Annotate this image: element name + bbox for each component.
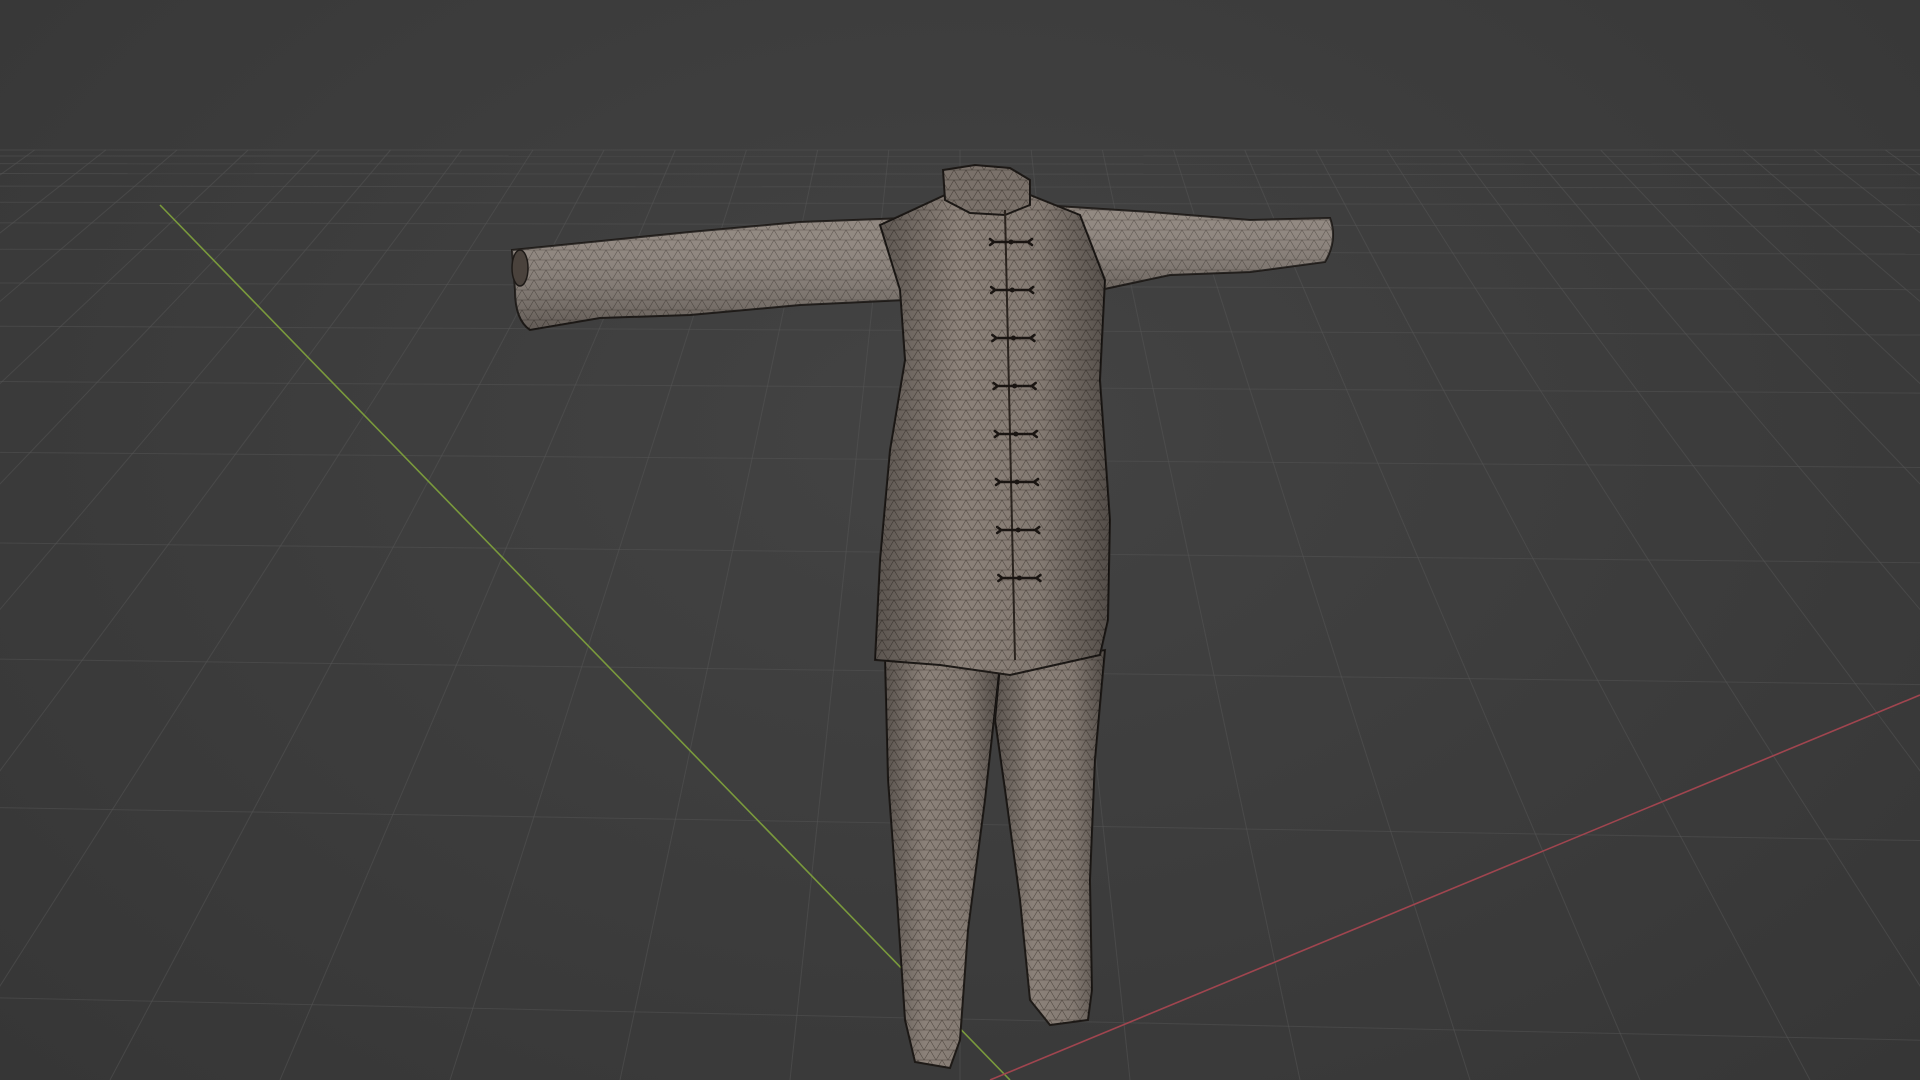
3d-viewport[interactable]: [0, 0, 1920, 1080]
grid-line: [0, 163, 1920, 165]
grid-line: [1173, 149, 1471, 1080]
grid-line: [0, 149, 463, 772]
left-cuff-opening: [511, 249, 529, 287]
grid-line: [1315, 149, 1811, 1080]
grid-line: [0, 149, 249, 385]
viewport-canvas[interactable]: [0, 0, 1920, 1080]
garment-mesh[interactable]: [510, 163, 1335, 1070]
grid-line: [0, 149, 534, 987]
grid-line: [0, 149, 107, 234]
grid-line: [0, 149, 391, 611]
grid-line: [0, 149, 178, 303]
grid-line: [1244, 149, 1641, 1080]
x-axis-line: [989, 694, 1920, 1080]
grid-line: [1101, 149, 1301, 1080]
